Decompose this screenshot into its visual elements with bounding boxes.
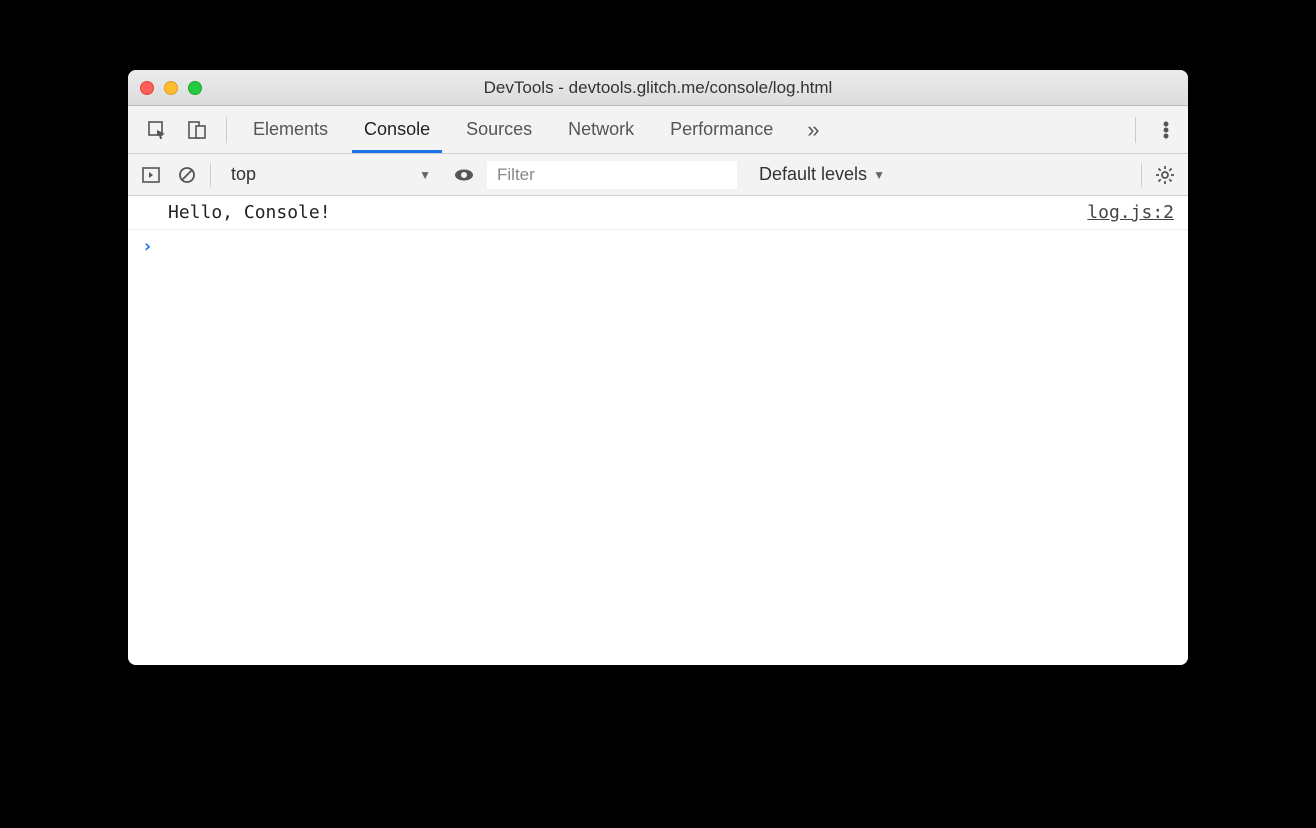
- tab-performance[interactable]: Performance: [652, 106, 791, 153]
- chevron-down-icon: ▼: [419, 168, 431, 182]
- console-output: Hello, Console! log.js:2 ›: [128, 196, 1188, 665]
- separator: [1141, 163, 1142, 187]
- tab-sources[interactable]: Sources: [448, 106, 550, 153]
- window-title: DevTools - devtools.glitch.me/console/lo…: [140, 78, 1176, 98]
- chevron-down-icon: ▼: [873, 168, 885, 182]
- window-maximize-button[interactable]: [188, 81, 202, 95]
- tab-label: Network: [568, 119, 634, 140]
- log-message: Hello, Console!: [168, 202, 331, 223]
- console-toolbar: top ▼ Default levels ▼: [128, 154, 1188, 196]
- tab-network[interactable]: Network: [550, 106, 652, 153]
- show-console-sidebar-icon[interactable]: [138, 162, 164, 188]
- device-toolbar-icon[interactable]: [184, 117, 210, 143]
- titlebar: DevTools - devtools.glitch.me/console/lo…: [128, 70, 1188, 106]
- tabbar-left-tools: [136, 106, 218, 153]
- window-minimize-button[interactable]: [164, 81, 178, 95]
- clear-console-icon[interactable]: [174, 162, 200, 188]
- execution-context-selector[interactable]: top ▼: [221, 162, 441, 187]
- traffic-lights: [140, 81, 202, 95]
- log-source-link[interactable]: log.js:2: [1087, 202, 1174, 223]
- levels-label: Default levels: [759, 164, 867, 185]
- devtools-tabbar: Elements Console Sources Network Perform…: [128, 106, 1188, 154]
- separator: [210, 163, 211, 187]
- tab-label: Sources: [466, 119, 532, 140]
- console-prompt[interactable]: ›: [128, 230, 1188, 263]
- separator: [1135, 117, 1136, 143]
- more-options-icon[interactable]: •••: [1152, 121, 1180, 139]
- devtools-window: DevTools - devtools.glitch.me/console/lo…: [128, 70, 1188, 665]
- inspect-element-icon[interactable]: [144, 117, 170, 143]
- tab-label: Console: [364, 119, 430, 140]
- log-row: Hello, Console! log.js:2: [128, 196, 1188, 230]
- tabs-container: Elements Console Sources Network Perform…: [235, 106, 833, 153]
- console-settings-icon[interactable]: [1152, 162, 1178, 188]
- filter-input[interactable]: [487, 161, 737, 189]
- more-tabs-button[interactable]: »: [791, 106, 833, 153]
- tabbar-right: •••: [1127, 106, 1180, 153]
- context-label: top: [231, 164, 256, 185]
- separator: [226, 117, 227, 143]
- log-levels-selector[interactable]: Default levels ▼: [759, 164, 885, 185]
- prompt-chevron-icon: ›: [142, 236, 153, 257]
- window-close-button[interactable]: [140, 81, 154, 95]
- tab-elements[interactable]: Elements: [235, 106, 346, 153]
- tab-label: Performance: [670, 119, 773, 140]
- tab-label: Elements: [253, 119, 328, 140]
- live-expression-icon[interactable]: [451, 162, 477, 188]
- tab-console[interactable]: Console: [346, 106, 448, 153]
